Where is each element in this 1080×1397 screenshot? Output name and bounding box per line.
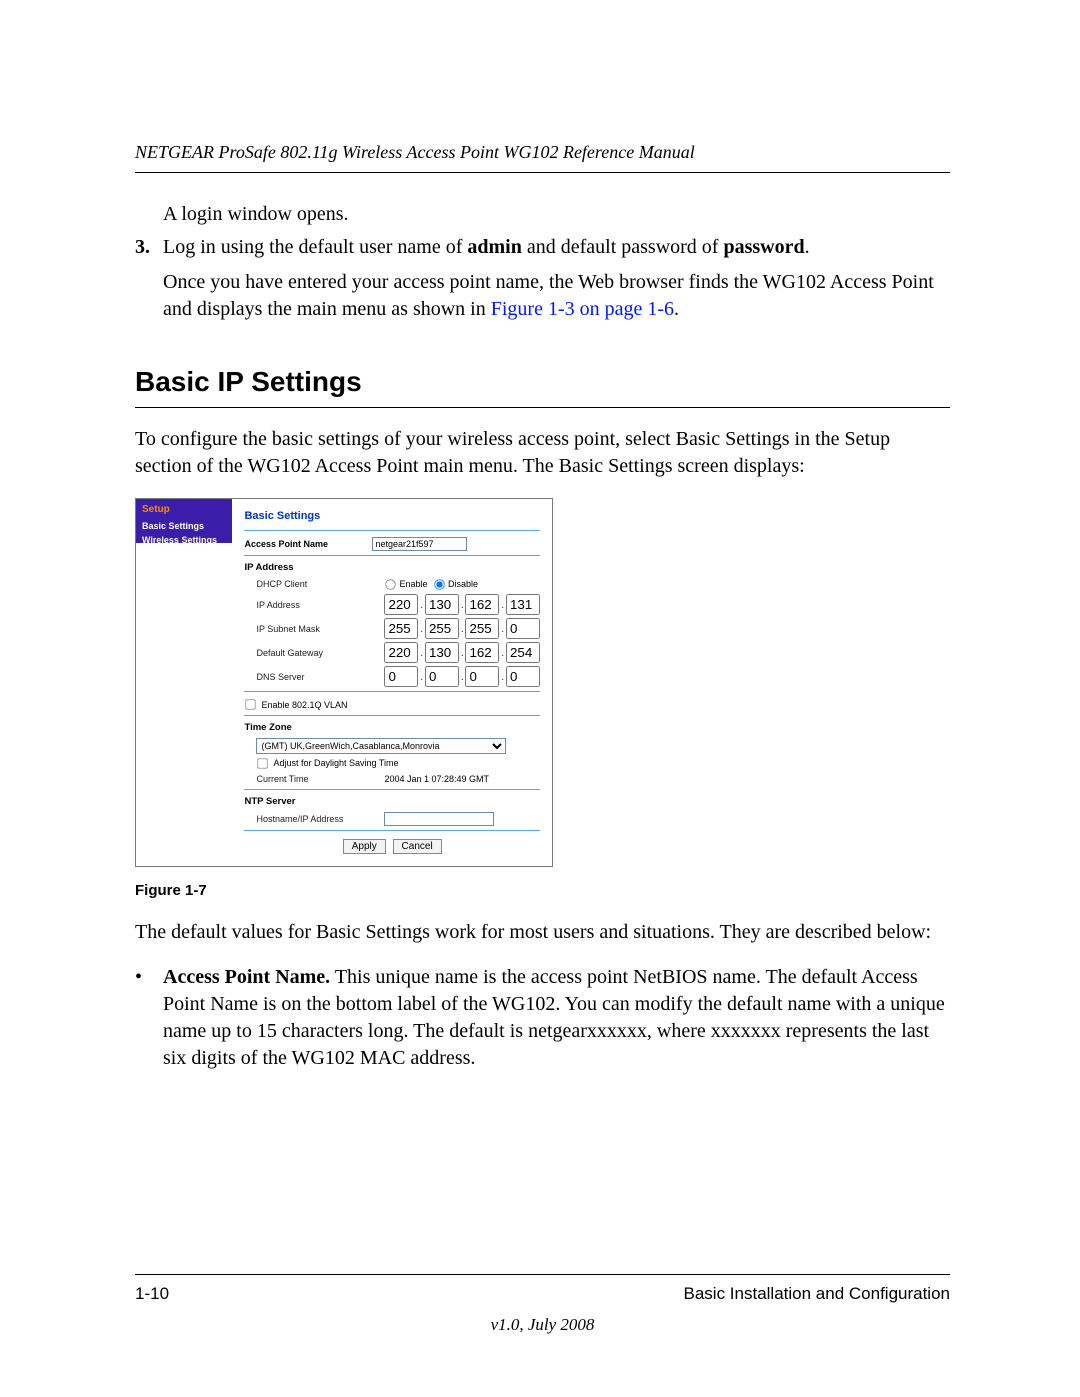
screenshot-sidebar: Setup Basic Settings Wireless Settings — [136, 499, 232, 543]
current-time-label: Current Time — [244, 773, 384, 785]
dns-o4[interactable] — [506, 666, 540, 687]
ntp-input[interactable] — [384, 812, 494, 826]
gw-label: Default Gateway — [244, 647, 384, 659]
section-lead: To configure the basic settings of your … — [135, 426, 950, 480]
tz-heading: Time Zone — [244, 722, 540, 735]
step-3-password: password — [723, 236, 804, 258]
sidebar-item-wireless-settings[interactable]: Wireless Settings — [136, 533, 232, 547]
ap-name-input[interactable] — [372, 537, 467, 551]
step-3-admin: admin — [467, 236, 521, 258]
dhcp-disable-text: Disable — [448, 578, 478, 590]
cancel-button[interactable]: Cancel — [393, 839, 442, 854]
dns-o3[interactable] — [465, 666, 499, 687]
ip-label: IP Address — [244, 599, 384, 611]
gw-o1[interactable] — [384, 642, 418, 663]
dhcp-enable-text: Enable — [399, 578, 427, 590]
sidebar-header-setup: Setup — [136, 503, 232, 519]
after-figure-text: The default values for Basic Settings wo… — [135, 919, 950, 946]
mask-o1[interactable] — [384, 618, 418, 639]
mask-o4[interactable] — [506, 618, 540, 639]
bullet-dot: • — [135, 964, 163, 1072]
section-heading: Basic IP Settings — [135, 363, 950, 408]
basic-settings-screenshot: Setup Basic Settings Wireless Settings B… — [135, 498, 553, 867]
running-header: NETGEAR ProSafe 802.11g Wireless Access … — [135, 140, 950, 173]
step-3-text-c: . — [805, 236, 810, 258]
ip-o2[interactable] — [425, 594, 459, 615]
bullet-lead: Access Point Name. — [163, 966, 330, 988]
figure-caption: Figure 1-7 — [135, 881, 950, 901]
gw-o3[interactable] — [465, 642, 499, 663]
screenshot-panel: Basic Settings Access Point Name IP Addr… — [232, 499, 552, 866]
followup-b: . — [674, 298, 679, 320]
current-time-value: 2004 Jan 1 07:28:49 GMT — [384, 773, 489, 785]
ip-address-heading: IP Address — [244, 562, 540, 575]
step-3-text-a: Log in using the default user name of — [163, 236, 467, 258]
gw-o4[interactable] — [506, 642, 540, 663]
ip-o4[interactable] — [506, 594, 540, 615]
dhcp-disable-radio[interactable] — [434, 579, 444, 589]
step-3: 3. Log in using the default user name of… — [135, 234, 950, 323]
apply-button[interactable]: Apply — [343, 839, 386, 854]
mask-label: IP Subnet Mask — [244, 623, 384, 635]
bullet-ap-name: • Access Point Name. This unique name is… — [135, 964, 950, 1072]
ip-o1[interactable] — [384, 594, 418, 615]
footer-chapter: Basic Installation and Configuration — [684, 1283, 951, 1306]
ap-name-label: Access Point Name — [244, 538, 372, 550]
dhcp-label: DHCP Client — [244, 578, 384, 590]
tz-select[interactable]: (GMT) UK,GreenWich,Casablanca,Monrovia — [256, 738, 506, 754]
footer-version: v1.0, July 2008 — [135, 1314, 950, 1337]
dns-label: DNS Server — [244, 671, 384, 683]
login-opens-line: A login window opens. — [163, 201, 950, 228]
dns-o2[interactable] — [425, 666, 459, 687]
panel-title: Basic Settings — [244, 509, 540, 524]
page-footer: 1-10 Basic Installation and Configuratio… — [135, 1274, 950, 1306]
daylight-label: Adjust for Daylight Saving Time — [273, 757, 398, 769]
daylight-checkbox[interactable] — [258, 758, 268, 768]
vlan-label: Enable 802.1Q VLAN — [261, 699, 347, 711]
mask-o3[interactable] — [465, 618, 499, 639]
dhcp-enable-radio[interactable] — [386, 579, 396, 589]
mask-o2[interactable] — [425, 618, 459, 639]
ntp-heading: NTP Server — [244, 796, 540, 809]
ntp-label: Hostname/IP Address — [244, 813, 384, 825]
step-3-text-b: and default password of — [522, 236, 724, 258]
ip-o3[interactable] — [465, 594, 499, 615]
step-3-number: 3. — [135, 234, 163, 323]
footer-page-number: 1-10 — [135, 1283, 169, 1306]
step-3-body: Log in using the default user name of ad… — [163, 234, 950, 323]
vlan-checkbox[interactable] — [246, 700, 256, 710]
step-3-followup: Once you have entered your access point … — [163, 269, 950, 323]
gw-o2[interactable] — [425, 642, 459, 663]
dns-o1[interactable] — [384, 666, 418, 687]
sidebar-item-basic-settings[interactable]: Basic Settings — [136, 519, 232, 533]
figure-1-3-link[interactable]: Figure 1-3 on page 1-6 — [491, 298, 674, 320]
